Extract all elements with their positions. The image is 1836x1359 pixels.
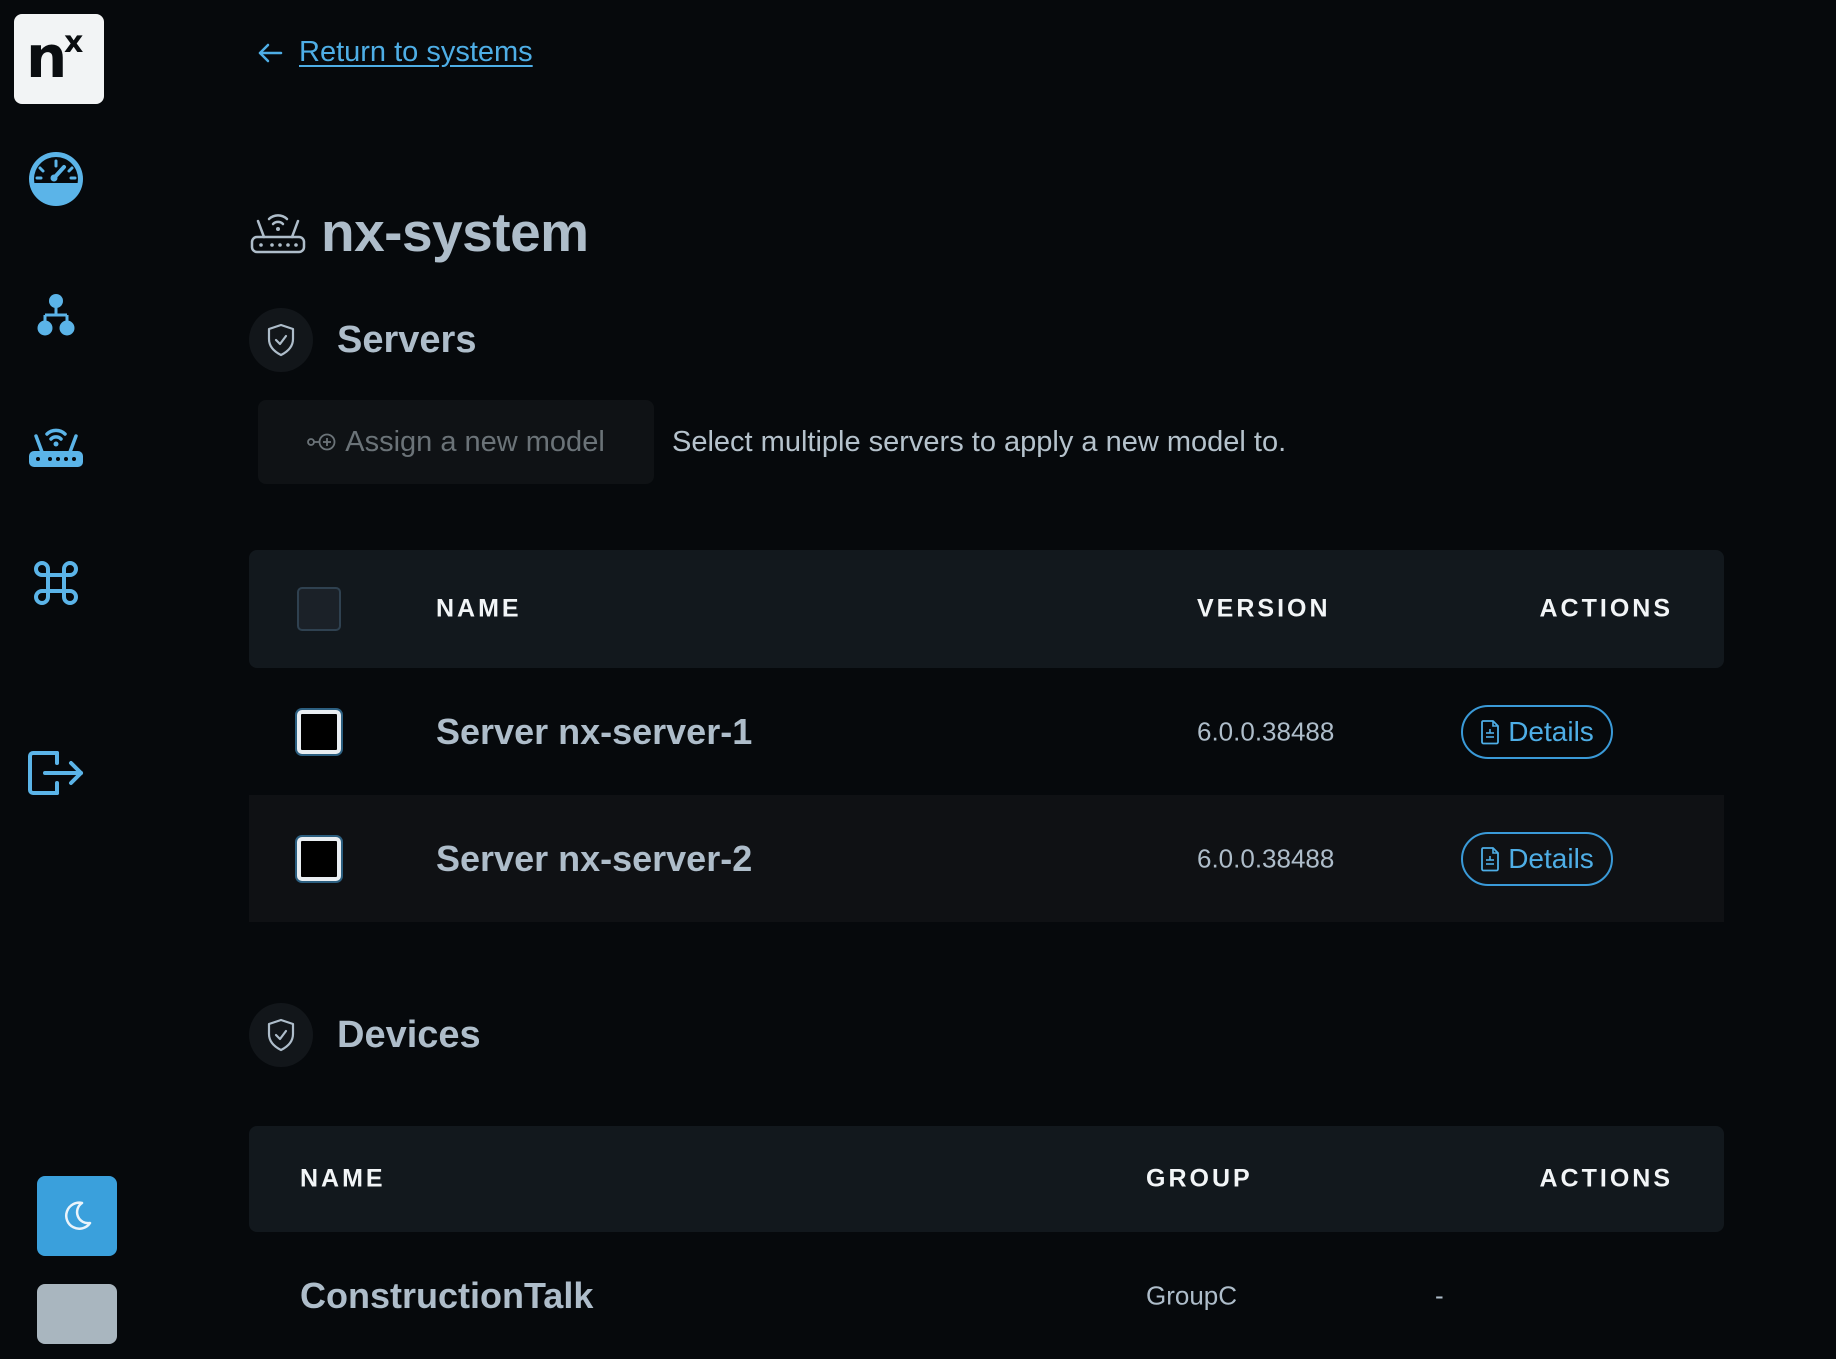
device-actions: -	[1435, 1280, 1444, 1310]
secondary-sidebar-button[interactable]	[37, 1284, 117, 1344]
row-actions: Details	[1461, 831, 1613, 886]
page-title: nx-system	[249, 200, 589, 264]
devices-heading: Devices	[337, 1013, 481, 1056]
sidebar: n x	[0, 0, 118, 1344]
sidebar-item-logout[interactable]	[25, 742, 87, 804]
assign-model-row: Assign a new model Select multiple serve…	[258, 400, 1286, 484]
devices-section-header: Devices	[249, 1003, 481, 1067]
arrow-left-icon	[258, 43, 283, 62]
document-icon	[1480, 846, 1500, 872]
shield-check-icon	[249, 1003, 313, 1067]
theme-toggle-button[interactable]	[37, 1176, 117, 1256]
router-icon	[250, 214, 306, 254]
assign-new-model-button[interactable]: Assign a new model	[258, 400, 654, 484]
nx-logo[interactable]: n x	[14, 14, 104, 104]
system-name: nx-system	[321, 201, 589, 263]
devices-table-header: NAME GROUP ACTIONS	[249, 1126, 1724, 1232]
return-link-label: Return to systems	[299, 36, 533, 68]
assign-icon	[307, 433, 337, 451]
devices-table: NAME GROUP ACTIONS ConstructionTalk Grou…	[249, 1126, 1724, 1359]
column-header-actions: ACTIONS	[1539, 594, 1673, 623]
sidebar-item-dashboard[interactable]	[25, 148, 87, 210]
servers-table: NAME VERSION ACTIONS Server nx-server-1 …	[249, 550, 1724, 922]
details-button[interactable]: Details	[1461, 704, 1613, 759]
row-select-cell	[297, 709, 341, 754]
sidebar-item-organization[interactable]	[25, 284, 87, 346]
logo-letter: n	[26, 23, 67, 91]
shield-check-icon	[249, 308, 313, 372]
select-all-checkbox[interactable]	[297, 587, 341, 631]
column-header-name[interactable]: NAME	[300, 1165, 386, 1194]
device-group: GroupC	[1146, 1280, 1238, 1310]
router-icon	[29, 428, 83, 467]
row-actions: Details	[1461, 704, 1613, 759]
servers-heading: Servers	[337, 318, 477, 361]
return-to-systems-link[interactable]: Return to systems	[257, 36, 533, 69]
assign-hint: Select multiple servers to apply a new m…	[672, 425, 1287, 458]
select-all-cell	[297, 587, 341, 631]
logo-superscript: x	[64, 25, 84, 60]
details-label: Details	[1508, 842, 1594, 874]
servers-section-header: Servers	[249, 308, 476, 372]
assign-button-label: Assign a new model	[345, 425, 605, 458]
device-name: ConstructionTalk	[300, 1274, 594, 1316]
row-select-cell	[297, 836, 341, 881]
row-checkbox[interactable]	[297, 709, 341, 754]
row-checkbox[interactable]	[297, 836, 341, 881]
command-icon	[34, 561, 78, 605]
details-button[interactable]: Details	[1461, 831, 1613, 886]
server-version: 6.0.0.38488	[1197, 843, 1335, 873]
sidebar-item-commands[interactable]	[25, 552, 87, 614]
server-version: 6.0.0.38488	[1197, 716, 1335, 746]
main-content: Return to systems nx-system Servers Assi…	[249, 0, 1725, 1316]
document-icon	[1480, 719, 1500, 745]
column-header-actions: ACTIONS	[1539, 1164, 1673, 1193]
column-header-group[interactable]: GROUP	[1146, 1165, 1253, 1194]
table-row: Server nx-server-2 6.0.0.38488 Details	[249, 795, 1724, 922]
moon-icon	[65, 1201, 92, 1230]
gauge-icon	[29, 152, 83, 206]
table-row: ConstructionTalk GroupC -	[249, 1232, 1724, 1359]
servers-table-header: NAME VERSION ACTIONS	[249, 550, 1724, 668]
hierarchy-icon	[37, 294, 75, 336]
details-label: Details	[1508, 715, 1594, 747]
server-name: Server nx-server-2	[436, 837, 753, 879]
column-header-name[interactable]: NAME	[436, 595, 522, 624]
logout-icon	[28, 751, 83, 795]
server-name: Server nx-server-1	[436, 710, 753, 752]
sidebar-item-systems[interactable]	[25, 416, 87, 478]
column-header-version[interactable]: VERSION	[1197, 595, 1331, 624]
table-row: Server nx-server-1 6.0.0.38488 Details	[249, 668, 1724, 795]
